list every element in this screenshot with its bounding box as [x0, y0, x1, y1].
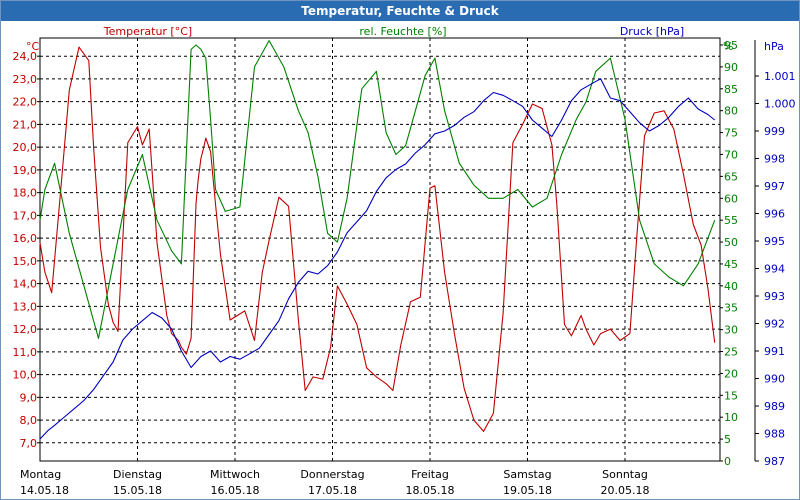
humidity-tick-label: 20 — [724, 367, 738, 380]
x-tick-label-date: 14.05.18 — [20, 484, 69, 497]
temperature-series-line — [39, 46, 716, 432]
pressure-tick-label: 1.000 — [764, 98, 796, 111]
humidity-tick-label: 70 — [724, 148, 738, 161]
x-tick-label-weekday: Mittwoch — [210, 468, 260, 481]
temperature-tick-label: 21,0 — [13, 118, 38, 131]
humidity-tick-label: 15 — [724, 389, 738, 402]
humidity-tick-label: 65 — [724, 170, 738, 183]
temperature-tick-label: 10,0 — [13, 369, 38, 382]
humidity-tick-label: 55 — [724, 214, 738, 227]
pressure-axis-title: Druck [hPa] — [620, 25, 684, 38]
pressure-tick-label: 990 — [764, 373, 785, 386]
humidity-tick-label: 80 — [724, 105, 738, 118]
pressure-tick-label: 994 — [764, 263, 785, 276]
humidity-tick-label: 50 — [724, 236, 738, 249]
temperature-tick-label: 24,0 — [13, 50, 38, 63]
temperature-tick-label: 20,0 — [13, 141, 38, 154]
temperature-tick-label: 13,0 — [13, 300, 38, 313]
x-tick-label-weekday: Montag — [20, 468, 61, 481]
x-tick-label-weekday: Dienstag — [113, 468, 162, 481]
temperature-tick-label: 17,0 — [13, 209, 38, 222]
humidity-tick-label: 95 — [724, 39, 738, 52]
pressure-tick-label: 1.001 — [764, 70, 796, 83]
x-tick-label-weekday: Donnerstag — [300, 468, 364, 481]
temperature-tick-label: 12,0 — [13, 323, 38, 336]
x-tick-label-weekday: Sonntag — [602, 468, 648, 481]
x-tick-label-date: 18.05.18 — [406, 484, 455, 497]
pressure-tick-label: 998 — [764, 153, 785, 166]
pressure-tick-label: 996 — [764, 208, 785, 221]
pressure-tick-label: 992 — [764, 318, 785, 331]
humidity-tick-label: 0 — [724, 455, 731, 468]
x-tick-label-date: 15.05.18 — [113, 484, 162, 497]
pressure-tick-label: 991 — [764, 345, 785, 358]
x-tick-label-date: 19.05.18 — [503, 484, 552, 497]
humidity-axis-title: rel. Feuchte [%] — [359, 25, 446, 38]
humidity-tick-label: 60 — [724, 192, 738, 205]
pressure-tick-label: 989 — [764, 400, 785, 413]
humidity-tick-label: 75 — [724, 127, 738, 140]
temperature-tick-label: 7,0 — [20, 437, 38, 450]
humidity-tick-label: 90 — [724, 61, 738, 74]
x-tick-label-weekday: Freitag — [411, 468, 449, 481]
x-tick-label-date: 17.05.18 — [308, 484, 357, 497]
pressure-unit-label: hPa — [764, 40, 784, 53]
pressure-tick-label: 999 — [764, 125, 785, 138]
temperature-axis-title: Temperatur [°C] — [103, 25, 192, 38]
humidity-tick-label: 30 — [724, 324, 738, 337]
temperature-tick-label: 15,0 — [13, 255, 38, 268]
humidity-tick-label: 10 — [724, 411, 738, 424]
humidity-tick-label: 25 — [724, 346, 738, 359]
humidity-tick-label: 5 — [724, 433, 731, 446]
humidity-tick-label: 45 — [724, 258, 738, 271]
temperature-tick-label: 9,0 — [20, 391, 38, 404]
temperature-tick-label: 18,0 — [13, 187, 38, 200]
humidity-tick-label: 35 — [724, 302, 738, 315]
temperature-tick-label: 14,0 — [13, 278, 38, 291]
pressure-tick-label: 988 — [764, 428, 785, 441]
temperature-tick-label: 23,0 — [13, 73, 38, 86]
temperature-tick-label: 19,0 — [13, 164, 38, 177]
x-tick-label-weekday: Samstag — [503, 468, 551, 481]
chart-canvas: °C7,08,09,010,011,012,013,014,015,016,01… — [13, 25, 796, 497]
pressure-series-line — [39, 78, 716, 440]
temperature-tick-label: 22,0 — [13, 96, 38, 109]
pressure-tick-label: 995 — [764, 235, 785, 248]
humidity-tick-label: 40 — [724, 280, 738, 293]
x-tick-label-date: 20.05.18 — [601, 484, 650, 497]
pressure-tick-label: 993 — [764, 290, 785, 303]
temperature-tick-label: 8,0 — [20, 414, 38, 427]
x-tick-label-date: 16.05.18 — [211, 484, 260, 497]
temperature-tick-label: 16,0 — [13, 232, 38, 245]
pressure-tick-label: 987 — [764, 455, 785, 468]
humidity-tick-label: 85 — [724, 83, 738, 96]
temperature-tick-label: 11,0 — [13, 346, 38, 359]
pressure-tick-label: 997 — [764, 180, 785, 193]
